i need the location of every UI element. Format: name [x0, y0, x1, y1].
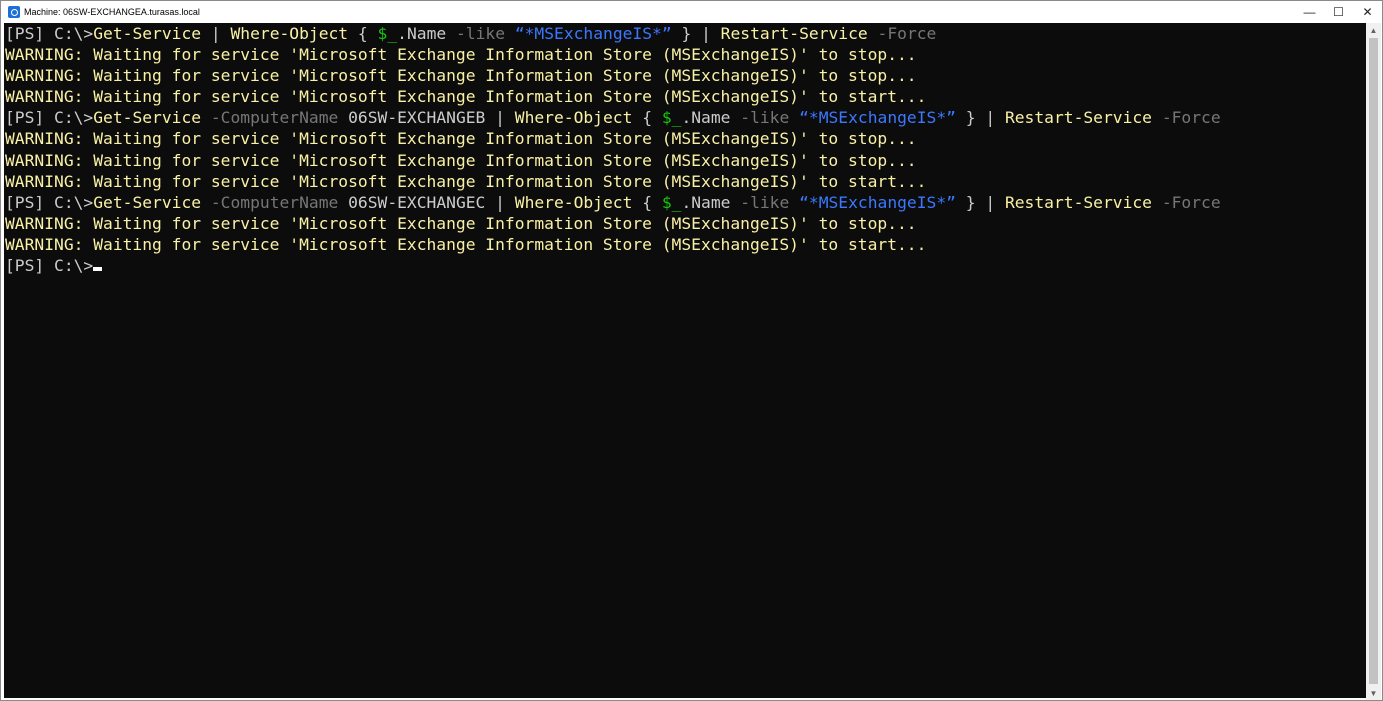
warning-line: WARNING: Waiting for service 'Microsoft …	[5, 171, 927, 191]
warning-line: WARNING: Waiting for service 'Microsoft …	[5, 87, 927, 107]
input-line[interactable]: [PS] C:\>	[4, 255, 1367, 276]
window-controls: — ☐ ✕	[1295, 1, 1382, 23]
warning-line: WARNING: Waiting for service 'Microsoft …	[5, 45, 917, 65]
property: .Name	[397, 24, 456, 43]
cmdlet: Restart-Service	[1004, 108, 1152, 128]
parameter: -ComputerName	[210, 192, 339, 212]
cmdlet: Get-Service	[93, 108, 202, 128]
vertical-scrollbar[interactable]: ▲ ▼	[1366, 23, 1381, 700]
parameter: -ComputerName	[210, 108, 339, 128]
warning-line: WARNING: Waiting for service 'Microsoft …	[5, 213, 917, 233]
warning-line: WARNING: Waiting for service 'Microsoft …	[5, 129, 917, 149]
scroll-up-arrow-icon[interactable]: ▲	[1366, 23, 1381, 37]
warning-line: WARNING: Waiting for service 'Microsoft …	[5, 150, 917, 170]
cmdlet: Where-Object	[514, 108, 633, 128]
string-literal: “*MSExchangeIS*”	[799, 192, 956, 212]
prompt: [PS] C:\>	[5, 256, 94, 276]
warning-line: WARNING: Waiting for service 'Microsoft …	[5, 234, 927, 254]
scrollbar-track[interactable]	[1369, 38, 1378, 684]
cmdlet: Get-Service	[93, 24, 202, 43]
brace: } |	[955, 192, 1005, 212]
parameter: -Force	[877, 24, 937, 43]
operator: -like	[740, 192, 790, 212]
scrollbar-thumb[interactable]	[1369, 38, 1378, 684]
variable: $_	[661, 108, 682, 128]
text-cursor	[93, 267, 103, 272]
maximize-button[interactable]: ☐	[1324, 1, 1353, 23]
variable: $_	[377, 24, 398, 43]
property: .Name	[681, 192, 741, 212]
brace: } |	[955, 108, 1005, 128]
cmdlet: Get-Service	[93, 192, 202, 212]
warning-line: WARNING: Waiting for service 'Microsoft …	[5, 66, 917, 86]
prompt: [PS] C:\>	[5, 192, 94, 212]
close-button[interactable]: ✕	[1353, 1, 1382, 23]
brace: {	[632, 192, 662, 212]
prompt: [PS] C:\>	[5, 24, 94, 43]
brace: {	[348, 24, 378, 43]
string-literal: “*MSExchangeIS*”	[514, 24, 672, 43]
command-line: [PS] C:\>Get-Service -ComputerName 06SW-…	[4, 192, 1367, 213]
scroll-down-arrow-icon[interactable]: ▼	[1366, 686, 1381, 700]
command-line: [PS] C:\>Get-Service | Where-Object { $_…	[4, 23, 1367, 44]
cmdlet: Where-Object	[230, 24, 349, 43]
brace: } |	[671, 24, 721, 43]
command-line: [PS] C:\>Get-Service -ComputerName 06SW-…	[4, 107, 1367, 128]
pipe: |	[201, 24, 231, 43]
variable: $_	[661, 192, 682, 212]
cmdlet: Restart-Service	[720, 24, 868, 43]
computer-name: 06SW-EXCHANGEB |	[338, 108, 515, 128]
string-literal: “*MSExchangeIS*”	[799, 108, 956, 128]
cmdlet: Where-Object	[514, 192, 633, 212]
prompt: [PS] C:\>	[5, 108, 94, 128]
minimize-button[interactable]: —	[1295, 1, 1324, 23]
console-output[interactable]: [PS] C:\>Get-Service | Where-Object { $_…	[4, 23, 1367, 698]
operator: -like	[740, 108, 790, 128]
property: .Name	[681, 108, 741, 128]
parameter: -Force	[1161, 108, 1221, 128]
remote-session-icon	[8, 6, 20, 18]
parameter: -Force	[1161, 192, 1221, 212]
window-title: Machine: 06SW-EXCHANGEA.turasas.local	[24, 7, 200, 17]
computer-name: 06SW-EXCHANGEC |	[338, 192, 515, 212]
brace: {	[632, 108, 662, 128]
powershell-window: Machine: 06SW-EXCHANGEA.turasas.local — …	[0, 0, 1383, 701]
title-bar[interactable]: Machine: 06SW-EXCHANGEA.turasas.local — …	[1, 1, 1382, 23]
cmdlet: Restart-Service	[1004, 192, 1152, 212]
operator: -like	[455, 24, 505, 43]
